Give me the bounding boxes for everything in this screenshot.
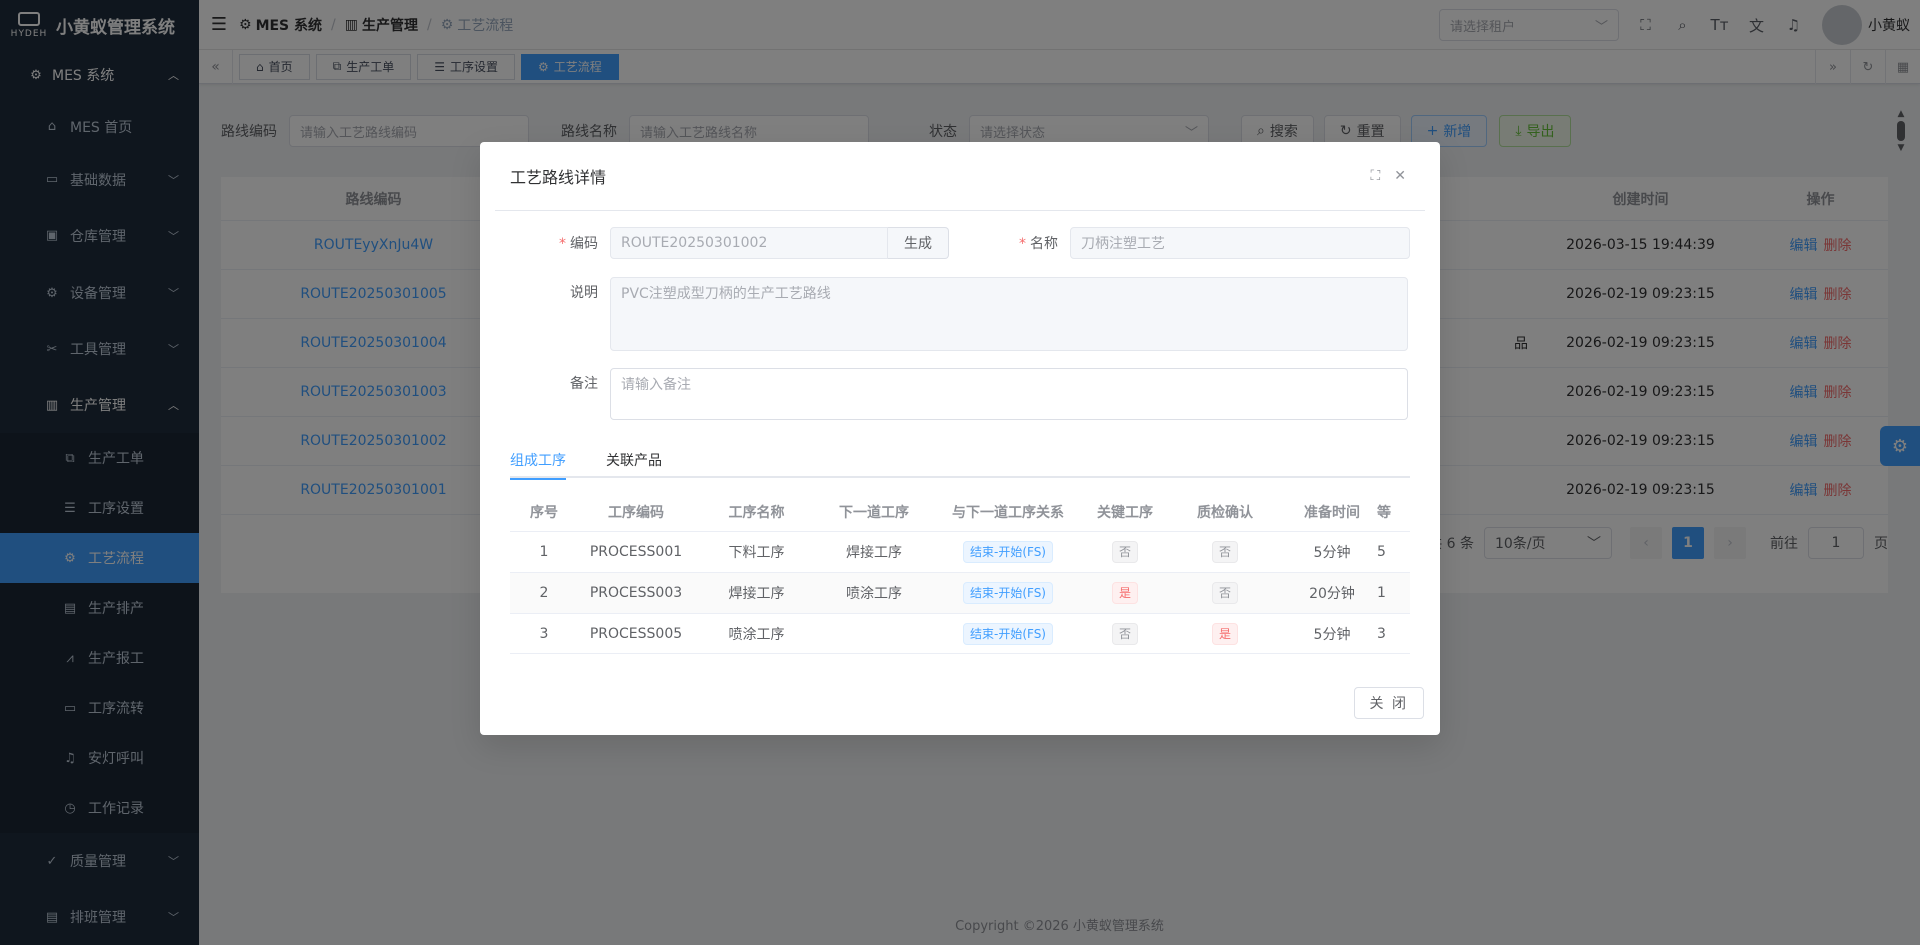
- code-input[interactable]: ROUTE20250301002: [610, 227, 888, 259]
- tab-processes[interactable]: 组成工序: [510, 442, 566, 480]
- key-process-cell: 否: [1087, 541, 1163, 563]
- generate-button[interactable]: 生成: [888, 227, 949, 259]
- relation-cell: 结束-开始(FS): [929, 623, 1087, 645]
- description-textarea[interactable]: PVC注塑成型刀柄的生产工艺路线: [610, 277, 1408, 351]
- truncated-cell: 3: [1377, 626, 1386, 642]
- relation-cell: 结束-开始(FS): [929, 582, 1087, 604]
- code-label-text: 编码: [570, 236, 598, 252]
- next-process-cell: 焊接工序: [846, 545, 902, 561]
- dialog-tools: ⛶ ✕: [1370, 168, 1406, 184]
- process-table-header: 序号 工序编码 工序名称 下一道工序 与下一道工序关系 关键工序 质检确认 准备…: [510, 492, 1410, 532]
- prep-time-cell: 20分钟: [1309, 586, 1355, 602]
- process-row: 2 PROCESS003 焊接工序 喷涂工序 结束-开始(FS) 是 否 20分钟 1: [510, 573, 1410, 614]
- qc-badge: 否: [1211, 582, 1238, 604]
- form-row-remark: 备注 请输入备注: [520, 368, 1408, 420]
- dialog-footer: 关 闭: [1353, 687, 1424, 719]
- truncated-cell: 1: [1377, 585, 1386, 601]
- dialog-tabs: 组成工序 关联产品: [510, 442, 1410, 480]
- next-process-cell: 喷涂工序: [846, 586, 902, 602]
- qc-cell: 否: [1163, 541, 1287, 563]
- process-row: 1 PROCESS001 下料工序 焊接工序 结束-开始(FS) 否 否 5分钟 5: [510, 532, 1410, 573]
- header-next-process: 下一道工序: [839, 504, 909, 521]
- key-process-cell: 是: [1087, 582, 1163, 604]
- key-process-badge: 是: [1111, 582, 1138, 604]
- close-button[interactable]: 关 闭: [1353, 687, 1424, 719]
- header-seq: 序号: [530, 504, 558, 521]
- header-prep-time: 准备时间: [1304, 504, 1360, 521]
- dialog-header: 工艺路线详情 ⛶ ✕: [480, 142, 1440, 210]
- code-label: * 编码: [559, 236, 598, 252]
- process-name-cell: 下料工序: [728, 545, 785, 561]
- process-name-cell: 焊接工序: [728, 586, 785, 602]
- header-truncated: 等: [1377, 504, 1391, 521]
- process-name-cell: 喷涂工序: [728, 627, 785, 643]
- truncated-cell: 5: [1377, 544, 1386, 560]
- form-row-description: 说明 PVC注塑成型刀柄的生产工艺路线: [520, 277, 1408, 351]
- process-table: 序号 工序编码 工序名称 下一道工序 与下一道工序关系 关键工序 质检确认 准备…: [510, 492, 1410, 654]
- form-row-code: * 编码 ROUTE20250301002 生成: [520, 227, 949, 259]
- header-key-process: 关键工序: [1097, 504, 1153, 521]
- header-qc: 质检确认: [1197, 504, 1253, 521]
- dialog-title: 工艺路线详情: [510, 168, 607, 187]
- name-label: * 名称: [1019, 236, 1058, 252]
- prep-time-cell: 5分钟: [1313, 627, 1351, 643]
- form-row-name: * 名称 刀柄注塑工艺: [1010, 227, 1410, 259]
- dialog-divider: [495, 210, 1425, 211]
- process-row: 3 PROCESS005 喷涂工序 结束-开始(FS) 否 是 5分钟 3: [510, 614, 1410, 653]
- header-relation: 与下一道工序关系: [952, 504, 1064, 521]
- process-code-cell: PROCESS005: [589, 626, 683, 642]
- name-label-text: 名称: [1030, 236, 1058, 252]
- seq-cell: 1: [539, 544, 549, 560]
- qc-cell: 是: [1163, 623, 1287, 645]
- qc-badge: 是: [1211, 623, 1238, 645]
- seq-cell: 2: [539, 585, 549, 601]
- relation-badge: 结束-开始(FS): [962, 623, 1053, 645]
- close-icon[interactable]: ✕: [1394, 168, 1406, 184]
- relation-cell: 结束-开始(FS): [929, 541, 1087, 563]
- key-process-cell: 否: [1087, 623, 1163, 645]
- prep-time-cell: 5分钟: [1313, 545, 1351, 561]
- description-label: 说明: [570, 285, 598, 301]
- name-input[interactable]: 刀柄注塑工艺: [1070, 227, 1410, 259]
- qc-badge: 否: [1211, 541, 1238, 563]
- key-process-badge: 否: [1111, 623, 1138, 645]
- seq-cell: 3: [539, 626, 549, 642]
- relation-badge: 结束-开始(FS): [962, 582, 1053, 604]
- tab-products[interactable]: 关联产品: [606, 442, 662, 478]
- relation-badge: 结束-开始(FS): [962, 541, 1053, 563]
- process-code-cell: PROCESS001: [589, 544, 683, 560]
- header-process-code: 工序编码: [608, 504, 664, 521]
- remark-label: 备注: [570, 376, 598, 392]
- header-process-name: 工序名称: [728, 504, 785, 521]
- key-process-badge: 否: [1111, 541, 1138, 563]
- qc-cell: 否: [1163, 582, 1287, 604]
- route-detail-dialog: 工艺路线详情 ⛶ ✕ * 编码 ROUTE20250301002 生成 * 名称 刀…: [480, 142, 1440, 735]
- process-table-body: 1 PROCESS001 下料工序 焊接工序 结束-开始(FS) 否否 5分钟 5 2 PROCE…: [510, 532, 1410, 653]
- remark-textarea[interactable]: 请输入备注: [610, 368, 1408, 420]
- process-code-cell: PROCESS003: [589, 585, 683, 601]
- fullscreen-icon[interactable]: ⛶: [1370, 168, 1380, 184]
